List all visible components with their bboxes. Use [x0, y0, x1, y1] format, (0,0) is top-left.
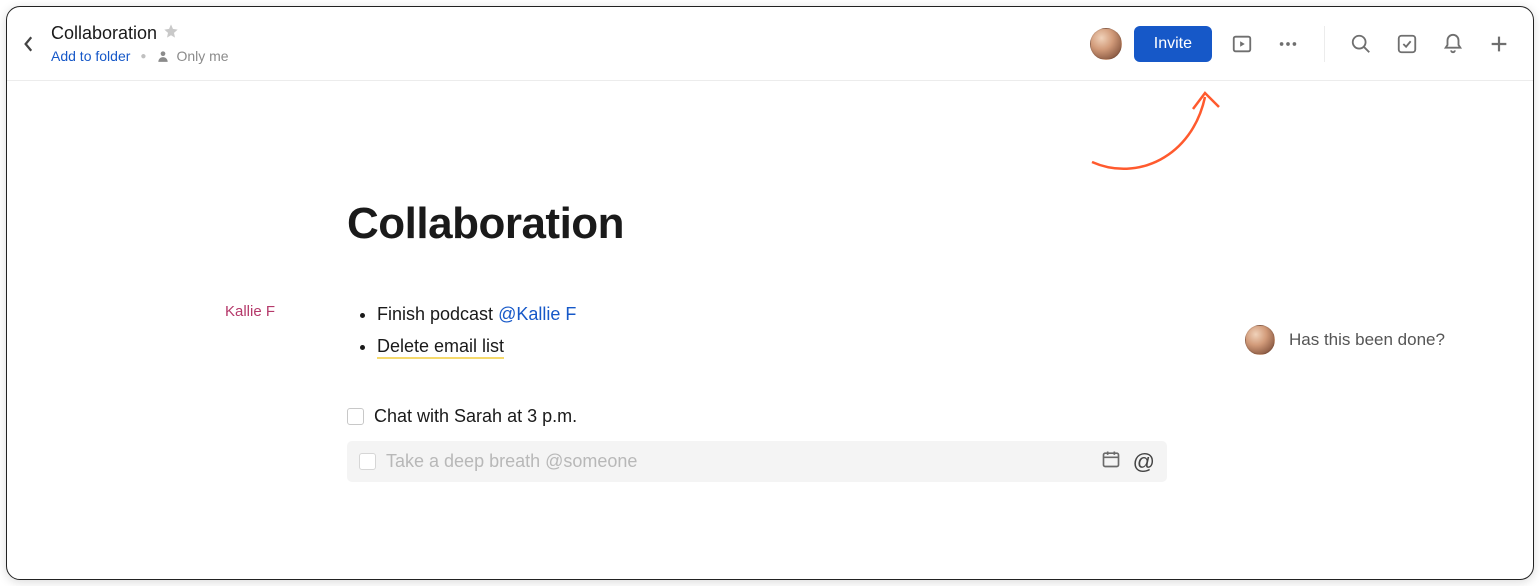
task-checkbox[interactable] [359, 453, 376, 470]
divider [1324, 26, 1325, 62]
list-item[interactable]: Delete email list [377, 331, 1167, 363]
mention-link[interactable]: @Kallie F [498, 304, 576, 324]
star-icon[interactable] [163, 23, 179, 44]
header-bar: Collaboration Add to folder ● Only me In… [7, 7, 1533, 81]
calendar-icon[interactable] [1101, 449, 1121, 474]
present-button[interactable] [1226, 28, 1258, 60]
document-title[interactable]: Collaboration [51, 23, 157, 44]
back-button[interactable] [15, 30, 43, 58]
avatar[interactable] [1245, 325, 1275, 355]
document-content: Kallie F Collaboration Finish podcast @K… [7, 81, 1533, 482]
task-checkbox[interactable] [347, 408, 364, 425]
bullet-list[interactable]: Finish podcast @Kallie F Delete email li… [347, 299, 1167, 362]
list-item-text: Finish podcast [377, 304, 498, 324]
dots-horizontal-icon [1277, 33, 1299, 55]
add-to-folder-link[interactable]: Add to folder [51, 48, 130, 64]
privacy-label: Only me [176, 48, 228, 64]
privacy-indicator[interactable]: Only me [156, 48, 228, 64]
bell-icon [1442, 33, 1464, 55]
search-button[interactable] [1345, 28, 1377, 60]
chevron-left-icon [23, 35, 35, 53]
margin-author-label[interactable]: Kallie F [225, 303, 275, 320]
task-text: Chat with Sarah at 3 p.m. [374, 406, 577, 427]
highlighted-text: Delete email list [377, 336, 504, 359]
check-square-icon [1396, 33, 1418, 55]
page-heading[interactable]: Collaboration [347, 199, 1167, 249]
tasks-button[interactable] [1391, 28, 1423, 60]
play-square-icon [1231, 33, 1253, 55]
more-button[interactable] [1272, 28, 1304, 60]
avatar[interactable] [1090, 28, 1122, 60]
separator-dot: ● [140, 51, 146, 62]
inline-comment[interactable]: Has this been done? [1245, 325, 1445, 355]
task-row[interactable]: Chat with Sarah at 3 p.m. [347, 406, 1167, 427]
search-icon [1350, 33, 1372, 55]
create-button[interactable] [1483, 28, 1515, 60]
list-item[interactable]: Finish podcast @Kallie F [377, 299, 1167, 331]
comment-text: Has this been done? [1289, 330, 1445, 350]
new-task-input-row[interactable]: Take a deep breath @someone @ [347, 441, 1167, 482]
invite-button[interactable]: Invite [1134, 26, 1212, 62]
plus-icon [1488, 33, 1510, 55]
at-mention-icon[interactable]: @ [1133, 449, 1155, 475]
notifications-button[interactable] [1437, 28, 1469, 60]
person-icon [156, 49, 170, 63]
new-task-placeholder: Take a deep breath @someone [386, 451, 637, 472]
